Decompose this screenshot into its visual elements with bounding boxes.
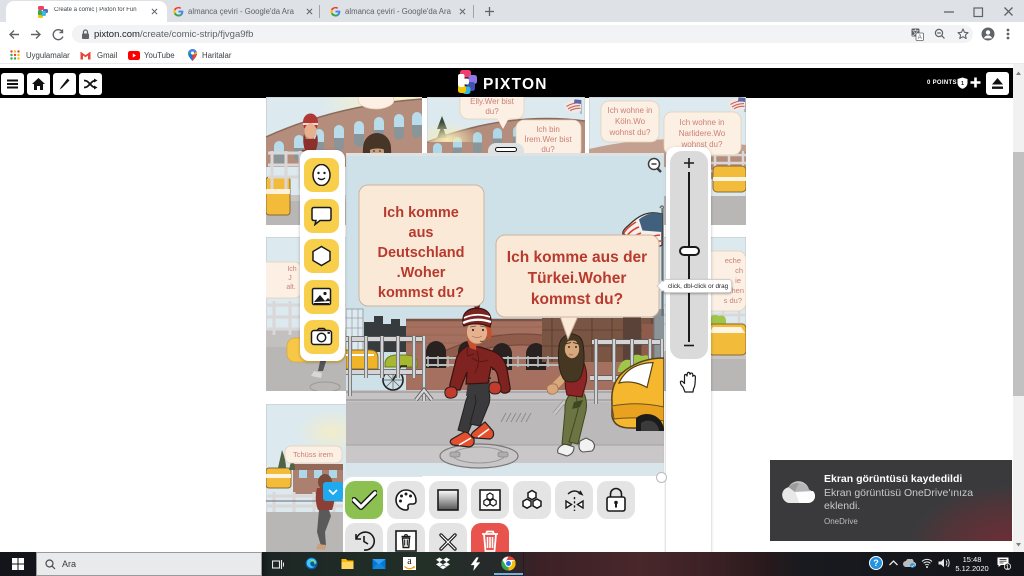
svg-text:Deutschland: Deutschland xyxy=(377,245,464,261)
svg-text:Narlidere.Wo: Narlidere.Wo xyxy=(679,129,726,138)
svg-text:?: ? xyxy=(873,558,879,568)
svg-text:İrem.Wer bist: İrem.Wer bist xyxy=(524,135,572,144)
svg-text:Türkei.Woher: Türkei.Woher xyxy=(528,270,627,287)
svg-text:aus: aus xyxy=(409,225,434,241)
svg-text:Elly.Wer bist: Elly.Wer bist xyxy=(470,97,514,106)
svg-text:Tchüss irem: Tchüss irem xyxy=(293,450,333,459)
svg-text:kommst du?: kommst du? xyxy=(531,291,623,308)
svg-text:Ich komme aus der: Ich komme aus der xyxy=(507,249,647,266)
svg-text:eche: eche xyxy=(725,256,741,265)
svg-text:du?: du? xyxy=(485,107,499,116)
svg-text:ch: ch xyxy=(735,266,743,275)
svg-text:.Woher: .Woher xyxy=(397,265,446,281)
svg-text:Köln.Wo: Köln.Wo xyxy=(615,117,646,126)
svg-text:alt.: alt. xyxy=(286,284,295,291)
svg-text:Ich: Ich xyxy=(287,266,296,273)
svg-text:Ich komme: Ich komme xyxy=(383,205,459,221)
svg-text:J: J xyxy=(288,275,292,282)
svg-text:1: 1 xyxy=(961,81,964,87)
svg-text:wohnst du?: wohnst du? xyxy=(609,128,651,137)
svg-text:Ich wohne in: Ich wohne in xyxy=(608,106,653,115)
svg-text:kommst du?: kommst du? xyxy=(378,285,464,301)
svg-text:s du?: s du? xyxy=(724,296,742,305)
svg-text:A: A xyxy=(918,35,922,41)
svg-text:ie: ie xyxy=(735,276,741,285)
svg-text:1: 1 xyxy=(1006,564,1010,570)
svg-text:Ich bin: Ich bin xyxy=(536,125,560,134)
svg-text:Ich wohne in: Ich wohne in xyxy=(680,118,725,127)
